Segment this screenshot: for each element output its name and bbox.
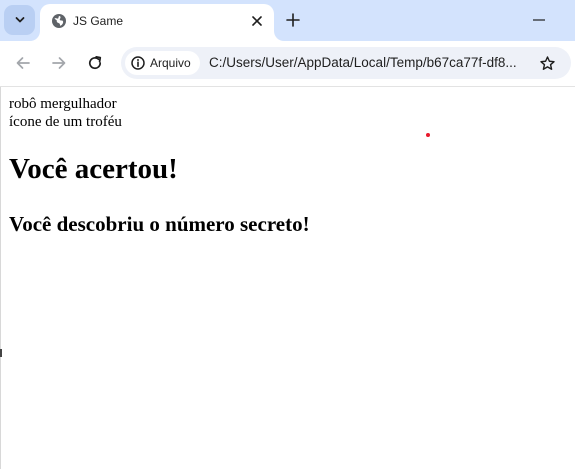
active-tab[interactable]: JS Game — [40, 4, 274, 41]
minimize-button[interactable] — [526, 9, 552, 31]
browser-toolbar: Arquivo C:/Users/User/AppData/Local/Temp… — [0, 41, 575, 87]
window-left-edge — [0, 87, 1, 469]
arrow-right-icon — [52, 57, 66, 69]
trophy-image: ícone de um troféu — [9, 113, 122, 131]
page-viewport: robô mergulhador ícone de um troféu Você… — [0, 87, 575, 469]
forward-button[interactable] — [47, 51, 71, 75]
site-info-chip[interactable]: Arquivo — [125, 51, 200, 75]
reload-icon — [88, 55, 102, 70]
trophy-alt-text: ícone de um troféu — [9, 114, 122, 130]
new-tab-button[interactable] — [282, 9, 304, 31]
chevron-down-icon — [15, 17, 24, 23]
info-icon — [131, 56, 145, 70]
security-chip-label: Arquivo — [150, 56, 191, 70]
diver-robot-image: robô mergulhador — [9, 95, 117, 113]
close-icon — [252, 16, 262, 26]
minimize-icon — [533, 19, 545, 21]
tab-strip: JS Game — [0, 0, 575, 41]
window-resize-handle[interactable] — [0, 349, 2, 357]
arrow-left-icon — [16, 57, 30, 69]
tab-title: JS Game — [73, 14, 124, 28]
page-heading: Você acertou! — [9, 153, 178, 185]
back-button[interactable] — [11, 51, 35, 75]
plus-icon — [286, 13, 300, 27]
tab-close-button[interactable] — [247, 11, 267, 31]
url-text[interactable]: C:/Users/User/AppData/Local/Temp/b67ca77… — [209, 55, 531, 71]
diver-robot-alt-text: robô mergulhador — [9, 96, 117, 112]
red-dot — [426, 133, 430, 137]
page-subheading: Você descobriu o número secreto! — [9, 212, 310, 236]
reload-button[interactable] — [83, 51, 107, 75]
bookmark-button[interactable] — [537, 53, 557, 73]
address-bar[interactable]: Arquivo C:/Users/User/AppData/Local/Temp… — [121, 47, 571, 79]
star-icon — [539, 55, 555, 70]
globe-icon — [52, 14, 66, 28]
